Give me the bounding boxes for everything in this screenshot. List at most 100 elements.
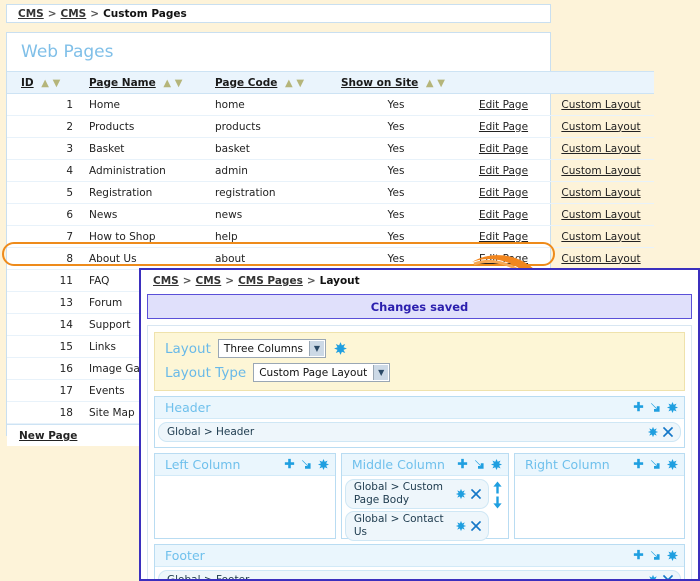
layout-type-select[interactable]: Custom Page Layout ▼ xyxy=(253,363,391,382)
cell-edit-page-link[interactable]: Edit Page xyxy=(479,143,528,155)
column-header-show-on-site-label[interactable]: Show on Site xyxy=(341,77,418,89)
cell-custom-layout-link[interactable]: Custom Layout xyxy=(561,143,640,155)
cell-custom-layout-link[interactable]: Custom Layout xyxy=(561,253,640,265)
cell-custom-layout: Custom Layout xyxy=(548,137,654,160)
column-header-page-code-label[interactable]: Page Code xyxy=(215,77,277,89)
cell-edit-page-link[interactable]: Edit Page xyxy=(479,121,528,133)
cell-show-on-site: Yes xyxy=(333,159,459,182)
cell-custom-layout: Custom Layout xyxy=(548,247,654,270)
wrench-icon[interactable] xyxy=(666,458,679,471)
cell-page-name-text: About Us xyxy=(89,252,137,265)
cell-page-name-text: Home xyxy=(89,98,121,111)
add-icon[interactable] xyxy=(632,401,645,414)
cell-show-on-site-text: Yes xyxy=(387,230,405,243)
cell-page-code-text: admin xyxy=(215,164,248,177)
cell-edit-page-link[interactable]: Edit Page xyxy=(479,253,528,265)
wrench-icon[interactable] xyxy=(455,488,467,500)
cell-show-on-site: Yes xyxy=(333,181,459,204)
cell-id: 2 xyxy=(7,115,81,138)
move-icon[interactable] xyxy=(649,401,662,414)
cell-edit-page-link[interactable]: Edit Page xyxy=(479,231,528,243)
cell-page-name-text: Administration xyxy=(89,164,166,177)
list-item[interactable]: Global > Custom Page Body xyxy=(344,479,489,509)
cell-id-text: 14 xyxy=(59,318,73,331)
wrench-icon[interactable] xyxy=(647,574,659,579)
delete-icon[interactable] xyxy=(662,574,674,579)
list-item[interactable]: Global > Header xyxy=(158,422,681,442)
layout-dialog: CMS > CMS > CMS Pages > Layout Changes s… xyxy=(139,268,700,581)
sort-ascending-icon[interactable]: ▲ xyxy=(285,78,293,89)
sort-ascending-icon[interactable]: ▲ xyxy=(41,78,49,89)
sort-ascending-icon[interactable]: ▲ xyxy=(163,78,171,89)
cell-page-code-text: about xyxy=(215,252,246,265)
region-middle-column: Middle Column Global > Custom Page Body xyxy=(340,453,509,541)
wrench-icon[interactable] xyxy=(333,341,348,356)
cell-custom-layout-link[interactable]: Custom Layout xyxy=(561,121,640,133)
layout-type-select-value: Custom Page Layout xyxy=(259,366,368,379)
sort-ascending-icon[interactable]: ▲ xyxy=(426,78,434,89)
move-icon[interactable] xyxy=(649,549,662,562)
cell-custom-layout-link[interactable]: Custom Layout xyxy=(561,99,640,111)
cell-page-code: help xyxy=(207,225,333,248)
cell-custom-layout-link[interactable]: Custom Layout xyxy=(561,231,640,243)
chevron-down-icon: ▼ xyxy=(309,341,324,356)
dialog-breadcrumb-item-cms-1[interactable]: CMS xyxy=(153,275,179,287)
cell-custom-layout-link[interactable]: Custom Layout xyxy=(561,209,640,221)
breadcrumb-separator: > xyxy=(90,7,100,20)
arrow-down-icon[interactable] xyxy=(492,496,503,509)
wrench-icon[interactable] xyxy=(317,458,330,471)
cell-id: 16 xyxy=(7,357,81,380)
dialog-breadcrumb-item-cms-2[interactable]: CMS xyxy=(196,275,222,287)
breadcrumb-item-cms-2[interactable]: CMS xyxy=(61,8,87,20)
layout-select-value: Three Columns xyxy=(223,342,303,355)
wrench-icon[interactable] xyxy=(647,426,659,438)
move-icon[interactable] xyxy=(649,458,662,471)
sort-descending-icon[interactable]: ▼ xyxy=(296,78,304,89)
cell-id-text: 17 xyxy=(59,384,73,397)
cell-edit-page-link[interactable]: Edit Page xyxy=(479,165,528,177)
wrench-icon[interactable] xyxy=(455,520,467,532)
delete-icon[interactable] xyxy=(470,488,482,500)
table-row: 8 About Us about Yes Edit Page Custom Layout xyxy=(7,247,654,270)
region-body: Global > Header xyxy=(155,419,684,447)
add-icon[interactable] xyxy=(632,458,645,471)
cell-id: 14 xyxy=(7,313,81,336)
move-icon[interactable] xyxy=(473,458,486,471)
layout-select[interactable]: Three Columns ▼ xyxy=(217,339,326,358)
new-page-link[interactable]: New Page xyxy=(19,430,77,442)
cell-edit-page-link[interactable]: Edit Page xyxy=(479,187,528,199)
sort-descending-icon[interactable]: ▼ xyxy=(53,78,61,89)
list-item[interactable]: Global > Contact Us xyxy=(344,511,489,541)
wrench-icon[interactable] xyxy=(490,458,503,471)
cell-edit-page-link[interactable]: Edit Page xyxy=(479,99,528,111)
region-header-bar: Left Column xyxy=(155,454,335,476)
cell-show-on-site-text: Yes xyxy=(387,164,405,177)
breadcrumb-item-custom-pages: Custom Pages xyxy=(103,7,187,20)
add-icon[interactable] xyxy=(632,549,645,562)
page-title: Web Pages xyxy=(21,42,114,62)
wrench-icon[interactable] xyxy=(666,549,679,562)
cell-id-text: 18 xyxy=(59,406,73,419)
sort-descending-icon[interactable]: ▼ xyxy=(175,78,183,89)
breadcrumb-item-cms-1[interactable]: CMS xyxy=(18,8,44,20)
region-body xyxy=(155,476,335,538)
column-header-id-label[interactable]: ID xyxy=(21,77,34,89)
add-icon[interactable] xyxy=(456,458,469,471)
cell-show-on-site-text: Yes xyxy=(387,142,405,155)
sort-descending-icon[interactable]: ▼ xyxy=(437,78,445,89)
delete-icon[interactable] xyxy=(470,520,482,532)
cell-id-text: 5 xyxy=(66,186,73,199)
table-row: 3 Basket basket Yes Edit Page Custom Layout xyxy=(7,137,654,160)
cell-edit-page-link[interactable]: Edit Page xyxy=(479,209,528,221)
cell-custom-layout-link[interactable]: Custom Layout xyxy=(561,187,640,199)
arrow-up-icon[interactable] xyxy=(492,481,503,494)
delete-icon[interactable] xyxy=(662,426,674,438)
dialog-breadcrumb-item-cms-pages[interactable]: CMS Pages xyxy=(238,275,303,287)
list-item[interactable]: Global > Footer xyxy=(158,570,681,579)
table-row: 7 How to Shop help Yes Edit Page Custom Layou… xyxy=(7,225,654,248)
column-header-page-name-label[interactable]: Page Name xyxy=(89,77,156,89)
cell-custom-layout-link[interactable]: Custom Layout xyxy=(561,165,640,177)
add-icon[interactable] xyxy=(283,458,296,471)
wrench-icon[interactable] xyxy=(666,401,679,414)
move-icon[interactable] xyxy=(300,458,313,471)
